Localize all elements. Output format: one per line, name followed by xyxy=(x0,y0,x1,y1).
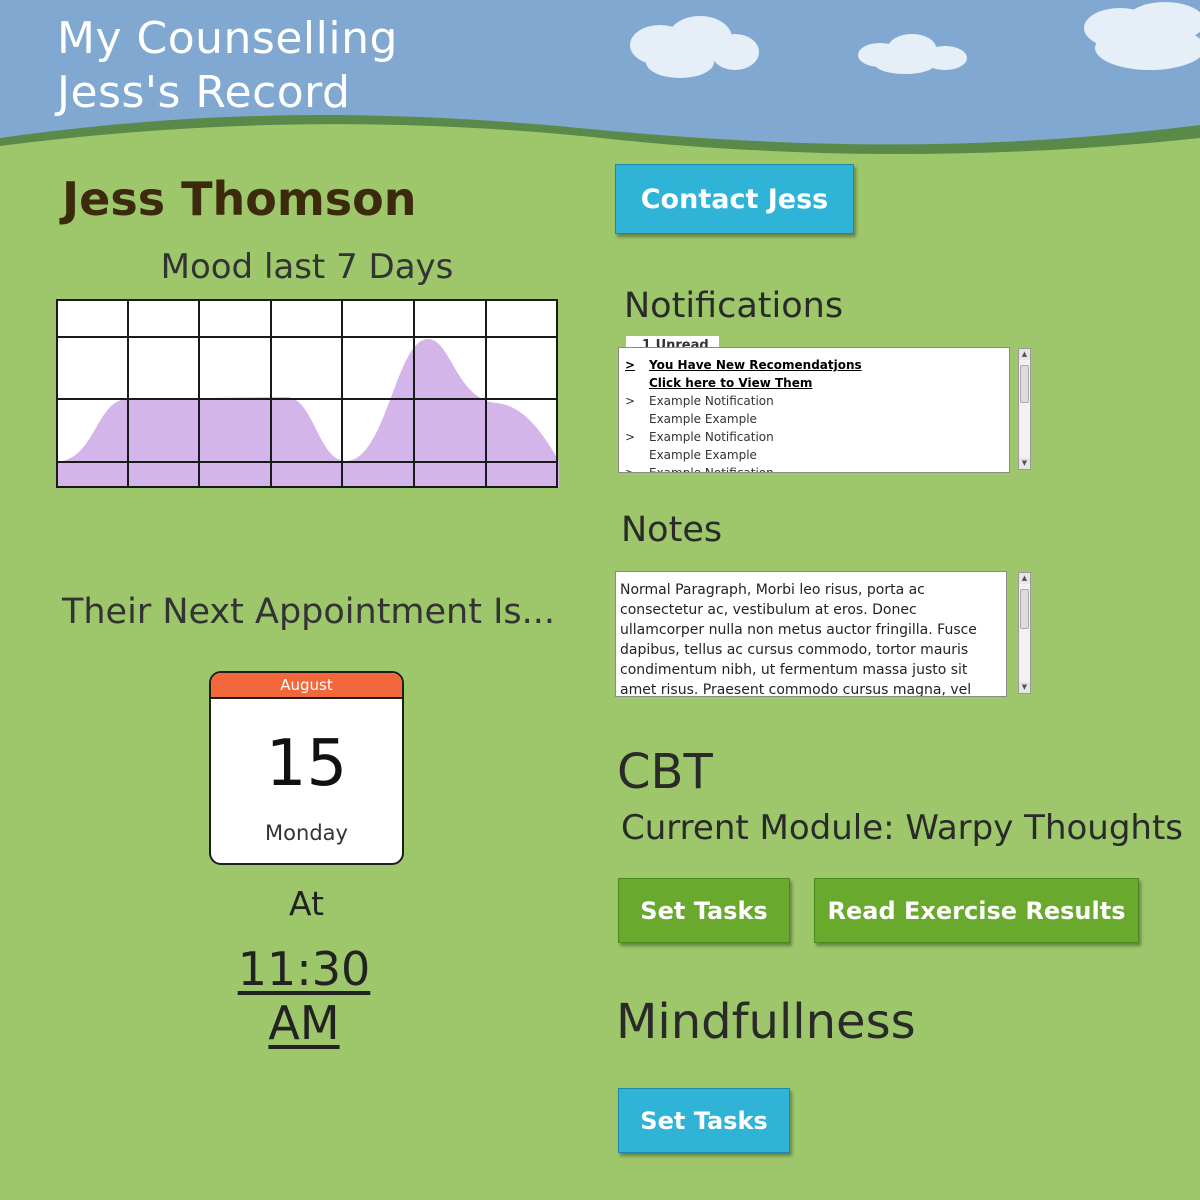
notification-item[interactable]: > Example Notification xyxy=(619,428,1009,446)
mood-chart xyxy=(56,299,559,488)
calendar-day: 15 xyxy=(265,727,348,801)
scroll-down-icon[interactable]: ▼ xyxy=(1019,682,1030,693)
contact-button[interactable]: Contact Jess xyxy=(615,164,854,234)
notification-marker: > xyxy=(625,466,636,473)
mindfulness-heading: Mindfullness xyxy=(616,994,916,1050)
notes-scrollbar[interactable]: ▲ ▼ xyxy=(1018,572,1031,694)
notification-item[interactable]: > Example Notification xyxy=(619,392,1009,410)
notification-marker: > xyxy=(625,394,636,408)
notification-text: Example Example xyxy=(649,448,757,462)
notification-item[interactable]: Example Example xyxy=(619,446,1009,464)
app-title: My Counselling Jess's Record xyxy=(57,12,398,120)
notification-marker xyxy=(619,446,649,464)
scroll-thumb[interactable] xyxy=(1020,365,1029,403)
notification-text: Example Notification xyxy=(649,466,774,473)
notification-text: Example Example xyxy=(649,412,757,426)
cbt-set-tasks-button[interactable]: Set Tasks xyxy=(618,878,790,943)
notification-marker: > xyxy=(625,430,636,444)
scroll-up-icon[interactable]: ▲ xyxy=(1019,573,1030,584)
notification-text: Example Notification xyxy=(649,430,774,444)
notifications-scrollbar[interactable]: ▲ ▼ xyxy=(1018,348,1031,470)
notifications-heading: Notifications xyxy=(624,286,844,326)
calendar-weekday: Monday xyxy=(265,821,348,845)
notification-item[interactable]: Click here to View Them xyxy=(619,374,1009,392)
notification-marker xyxy=(619,374,649,392)
notification-item[interactable]: > You Have New Recomendatjons xyxy=(619,356,1009,374)
notification-marker: > xyxy=(625,358,636,372)
at-label: At xyxy=(289,884,324,923)
notifications-list[interactable]: > You Have New Recomendatjons Click here t… xyxy=(618,347,1010,473)
appointment-time-link[interactable]: 11:30 AM xyxy=(195,942,413,1050)
cbt-heading: CBT xyxy=(617,744,713,800)
mood-chart-title: Mood last 7 Days xyxy=(160,247,454,287)
read-exercise-results-button[interactable]: Read Exercise Results xyxy=(814,878,1139,943)
client-name: Jess Thomson xyxy=(62,172,417,226)
scroll-thumb[interactable] xyxy=(1020,589,1029,629)
cbt-current-module: Current Module: Warpy Thoughts xyxy=(621,808,1184,848)
mindfulness-set-tasks-button[interactable]: Set Tasks xyxy=(618,1088,790,1153)
scroll-down-icon[interactable]: ▼ xyxy=(1019,458,1030,469)
notification-text: Click here to View Them xyxy=(649,376,813,390)
app-name: My Counselling xyxy=(57,13,398,64)
notification-marker xyxy=(619,410,649,428)
notification-item[interactable]: > Example Notification xyxy=(619,464,1009,473)
notes-text: Normal Paragraph, Morbi leo risus, porta… xyxy=(620,582,977,697)
notes-textarea[interactable]: Normal Paragraph, Morbi leo risus, porta… xyxy=(615,571,1007,697)
record-title: Jess's Record xyxy=(57,67,351,118)
calendar-month: August xyxy=(211,673,402,699)
appointment-heading: Their Next Appointment Is... xyxy=(62,592,556,632)
notification-item[interactable]: Example Example xyxy=(619,410,1009,428)
appointment-calendar: August 15 Monday xyxy=(209,671,404,865)
notes-heading: Notes xyxy=(621,510,723,550)
notification-text: Example Notification xyxy=(649,394,774,408)
scroll-up-icon[interactable]: ▲ xyxy=(1019,349,1030,360)
notification-text: You Have New Recomendatjons xyxy=(649,358,862,372)
